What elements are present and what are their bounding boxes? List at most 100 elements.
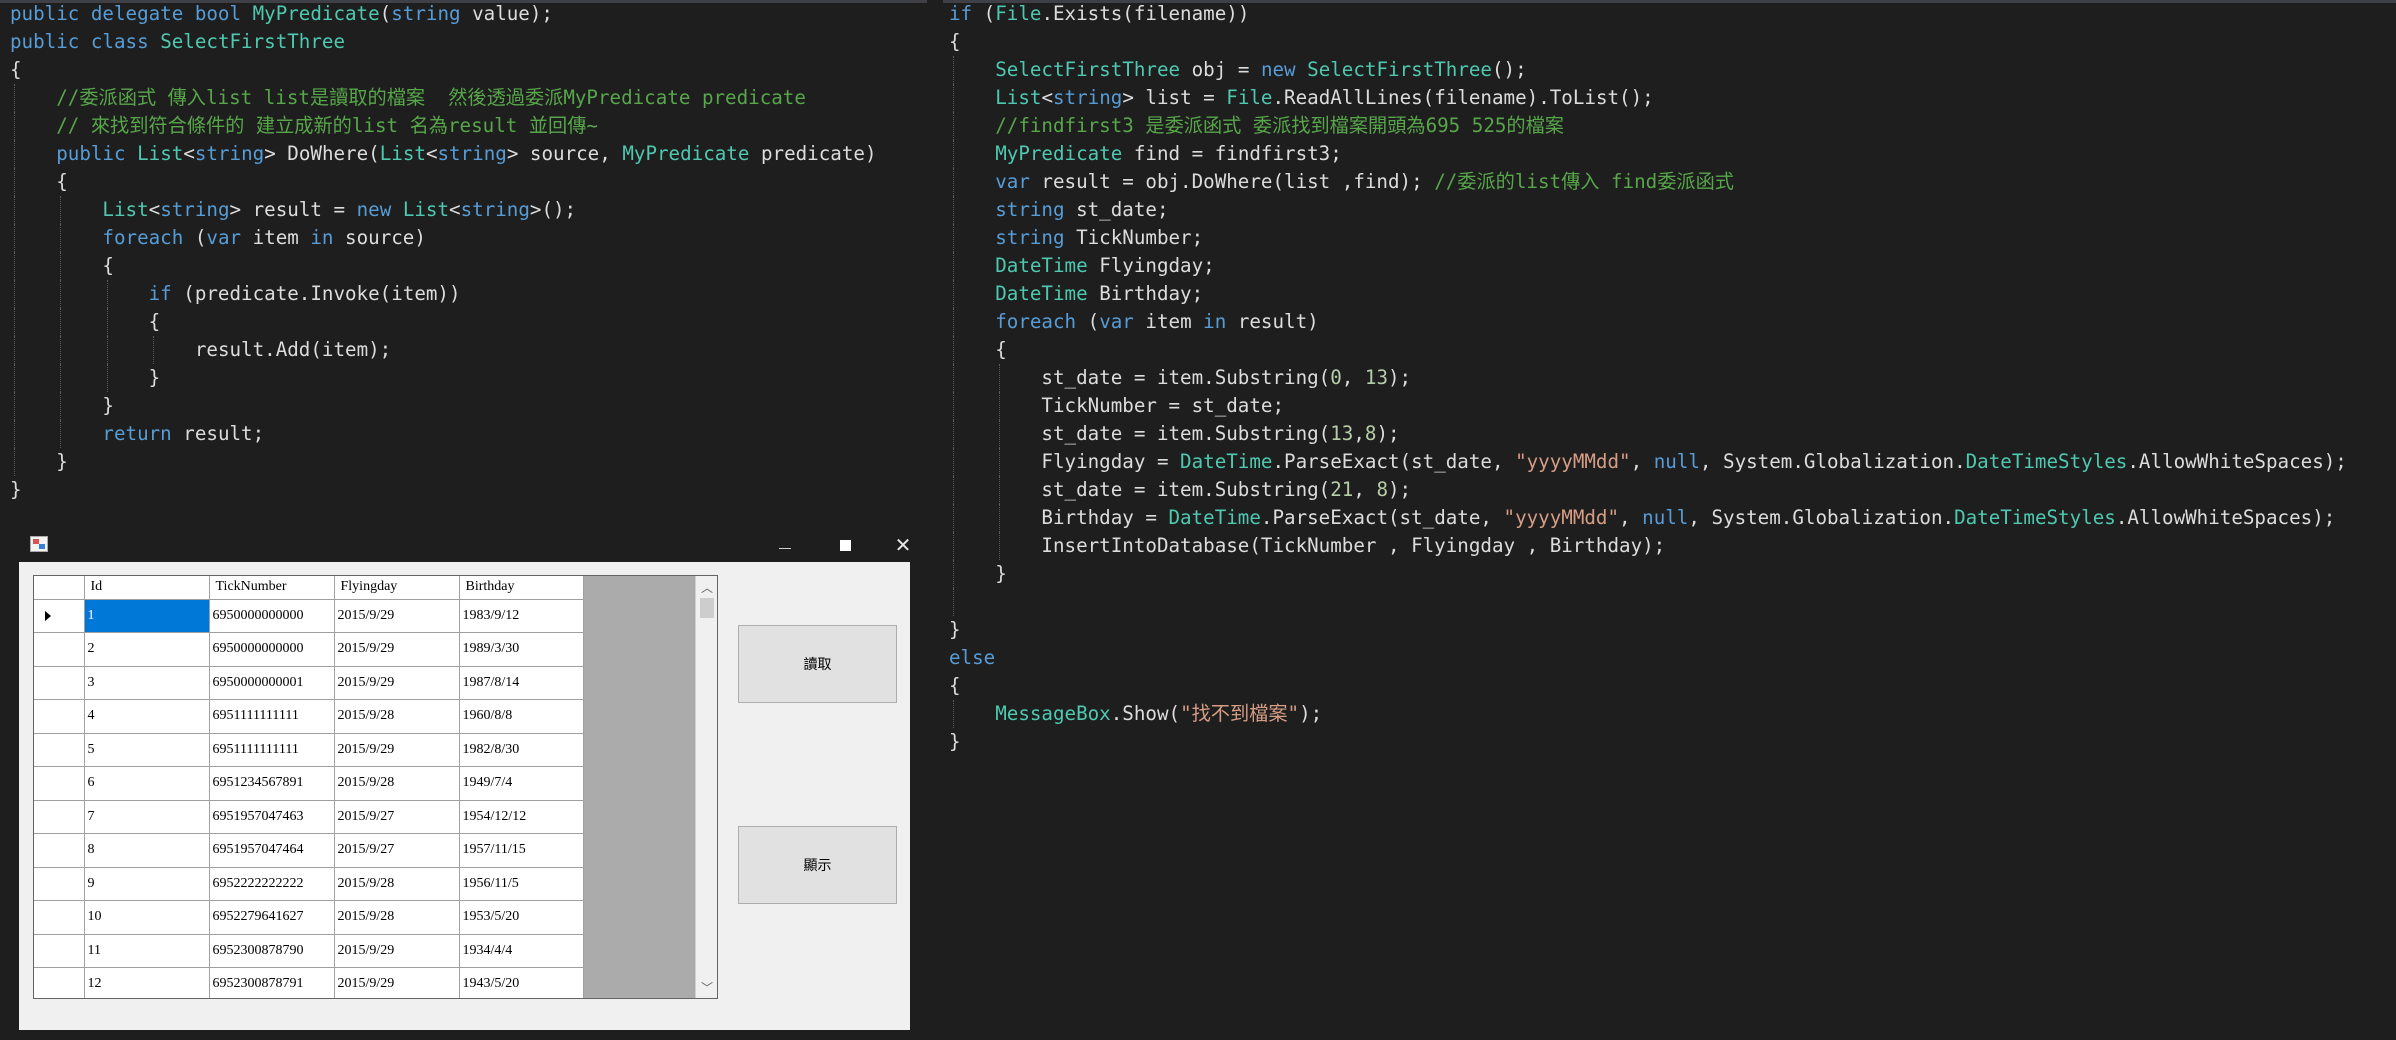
table-row[interactable]: 1 6950000000000 2015/9/29 1983/9/12: [34, 599, 584, 633]
row-header[interactable]: [34, 666, 85, 700]
cell-id[interactable]: 12: [84, 967, 210, 998]
code-token: result;: [183, 422, 265, 445]
row-header[interactable]: [34, 699, 85, 734]
column-header-id[interactable]: Id: [84, 576, 210, 600]
cell-id[interactable]: 5: [84, 733, 210, 767]
row-header[interactable]: [34, 867, 85, 901]
cell-birthday[interactable]: 1934/4/4: [459, 934, 584, 968]
right-code-editor[interactable]: if (File.Exists(filename)){ SelectFirstT…: [949, 0, 2394, 760]
cell-flyingday[interactable]: 2015/9/29: [334, 632, 460, 667]
cell-birthday[interactable]: 1983/9/12: [459, 599, 584, 633]
table-row[interactable]: 7 6951957047463 2015/9/27 1954/12/12: [34, 800, 584, 834]
table-row[interactable]: 11 6952300878790 2015/9/29 1934/4/4: [34, 934, 584, 968]
code-token: .Exists(filename)): [1041, 2, 1250, 25]
cell-flyingday[interactable]: 2015/9/28: [334, 867, 460, 901]
cell-ticknumber[interactable]: 6952279641627: [209, 900, 335, 935]
cell-ticknumber[interactable]: 6952300878791: [209, 967, 335, 998]
read-button[interactable]: 讀取: [738, 625, 897, 703]
row-header[interactable]: [34, 934, 85, 968]
code-token: string: [1053, 86, 1123, 109]
cell-id[interactable]: 10: [84, 900, 210, 935]
cell-ticknumber[interactable]: 6950000000000: [209, 632, 335, 667]
minimize-button[interactable]: [759, 528, 811, 562]
cell-ticknumber[interactable]: 6951111111111: [209, 699, 335, 734]
table-row[interactable]: 10 6952279641627 2015/9/28 1953/5/20: [34, 900, 584, 935]
table-row[interactable]: 2 6950000000000 2015/9/29 1989/3/30: [34, 632, 584, 667]
row-header-corner[interactable]: [34, 576, 85, 600]
data-grid-view[interactable]: Id TickNumber Flyingday Birthday 1 695000…: [33, 575, 718, 999]
cell-flyingday[interactable]: 2015/9/29: [334, 733, 460, 767]
row-header[interactable]: [34, 800, 85, 834]
cell-birthday[interactable]: 1954/12/12: [459, 800, 584, 834]
cell-ticknumber[interactable]: 6951957047463: [209, 800, 335, 834]
table-row[interactable]: 12 6952300878791 2015/9/29 1943/5/20: [34, 967, 584, 998]
cell-ticknumber[interactable]: 6950000000001: [209, 666, 335, 700]
row-header[interactable]: [34, 967, 85, 998]
cell-ticknumber[interactable]: 6951957047464: [209, 833, 335, 868]
cell-flyingday[interactable]: 2015/9/29: [334, 967, 460, 998]
indent-guide: [953, 84, 954, 112]
window-titlebar[interactable]: ✕: [19, 528, 911, 562]
code-token: MyPredicate: [995, 142, 1123, 165]
cell-id[interactable]: 11: [84, 934, 210, 968]
vertical-scrollbar[interactable]: ︿ ﹀: [695, 576, 717, 998]
cell-id[interactable]: 8: [84, 833, 210, 868]
maximize-button[interactable]: [819, 528, 871, 562]
table-row[interactable]: 9 6952222222222 2015/9/28 1956/11/5: [34, 867, 584, 901]
code-line: {: [10, 308, 920, 336]
table-row[interactable]: 6 6951234567891 2015/9/28 1949/7/4: [34, 766, 584, 801]
cell-id[interactable]: 6: [84, 766, 210, 801]
cell-birthday[interactable]: 1953/5/20: [459, 900, 584, 935]
cell-ticknumber[interactable]: 6952300878790: [209, 934, 335, 968]
scroll-thumb[interactable]: [700, 598, 714, 618]
code-token: }: [102, 394, 114, 417]
cell-flyingday[interactable]: 2015/9/27: [334, 800, 460, 834]
row-header[interactable]: [34, 599, 85, 633]
cell-id[interactable]: 9: [84, 867, 210, 901]
table-row[interactable]: 8 6951957047464 2015/9/27 1957/11/15: [34, 833, 584, 868]
cell-birthday[interactable]: 1949/7/4: [459, 766, 584, 801]
cell-ticknumber[interactable]: 6950000000000: [209, 599, 335, 633]
row-header[interactable]: [34, 766, 85, 801]
indent-guide: [999, 420, 1001, 448]
cell-flyingday[interactable]: 2015/9/29: [334, 666, 460, 700]
column-header-ticknumber[interactable]: TickNumber: [209, 576, 335, 600]
table-row[interactable]: 4 6951111111111 2015/9/28 1960/8/8: [34, 699, 584, 734]
cell-id[interactable]: 1: [84, 599, 210, 633]
cell-id[interactable]: 7: [84, 800, 210, 834]
scroll-up-icon[interactable]: ︿: [696, 576, 717, 598]
cell-id[interactable]: 3: [84, 666, 210, 700]
scroll-down-icon[interactable]: ﹀: [696, 976, 717, 998]
cell-flyingday[interactable]: 2015/9/28: [334, 699, 460, 734]
row-header[interactable]: [34, 900, 85, 935]
cell-ticknumber[interactable]: 6951111111111: [209, 733, 335, 767]
close-button[interactable]: ✕: [877, 528, 929, 562]
cell-birthday[interactable]: 1989/3/30: [459, 632, 584, 667]
cell-ticknumber[interactable]: 6951234567891: [209, 766, 335, 801]
cell-birthday[interactable]: 1960/8/8: [459, 699, 584, 734]
cell-birthday[interactable]: 1987/8/14: [459, 666, 584, 700]
cell-ticknumber[interactable]: 6952222222222: [209, 867, 335, 901]
cell-birthday[interactable]: 1943/5/20: [459, 967, 584, 998]
cell-flyingday[interactable]: 2015/9/27: [334, 833, 460, 868]
column-header-birthday[interactable]: Birthday: [459, 576, 584, 600]
cell-id[interactable]: 4: [84, 699, 210, 734]
cell-flyingday[interactable]: 2015/9/29: [334, 599, 460, 633]
row-header[interactable]: [34, 833, 85, 868]
cell-flyingday[interactable]: 2015/9/29: [334, 934, 460, 968]
indent-guide: [106, 336, 108, 364]
cell-birthday[interactable]: 1982/8/30: [459, 733, 584, 767]
column-header-flyingday[interactable]: Flyingday: [334, 576, 460, 600]
left-code-editor[interactable]: public delegate bool MyPredicate(string …: [10, 0, 920, 510]
table-row[interactable]: 3 6950000000001 2015/9/29 1987/8/14: [34, 666, 584, 700]
cell-id[interactable]: 2: [84, 632, 210, 667]
cell-birthday[interactable]: 1956/11/5: [459, 867, 584, 901]
row-header[interactable]: [34, 733, 85, 767]
cell-flyingday[interactable]: 2015/9/28: [334, 766, 460, 801]
cell-flyingday[interactable]: 2015/9/28: [334, 900, 460, 935]
cell-birthday[interactable]: 1957/11/15: [459, 833, 584, 868]
table-row[interactable]: 5 6951111111111 2015/9/29 1982/8/30: [34, 733, 584, 767]
row-header[interactable]: [34, 632, 85, 667]
show-button[interactable]: 顯示: [738, 826, 897, 904]
code-token: <: [148, 198, 161, 221]
